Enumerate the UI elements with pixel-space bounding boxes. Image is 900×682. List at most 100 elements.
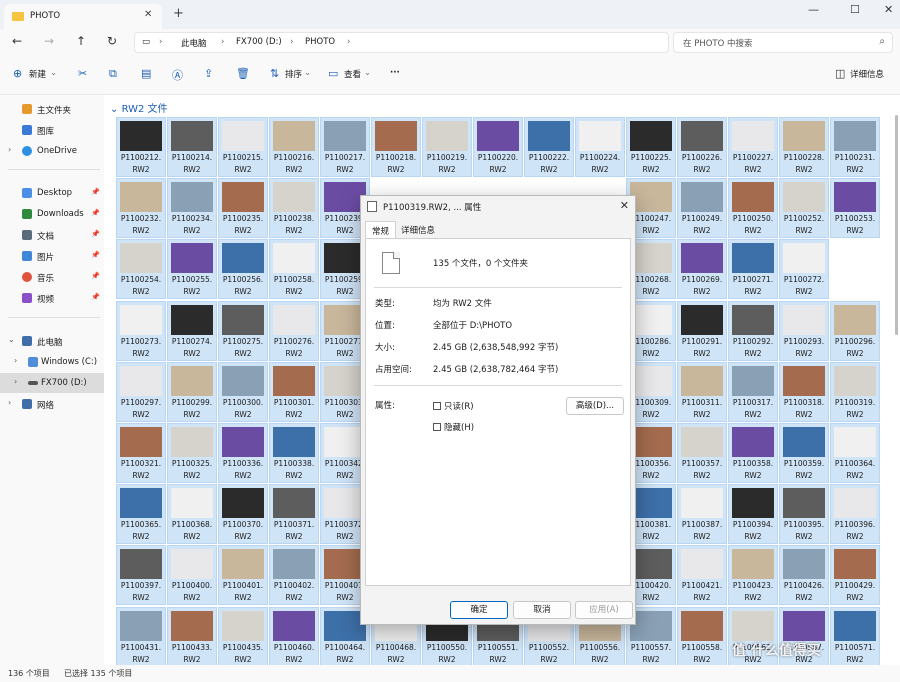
file-item[interactable]: P1100325. RW2	[167, 423, 217, 483]
sidebar-item-windows-c[interactable]: › Windows (C:)	[0, 352, 104, 372]
file-item[interactable]: P1100338. RW2	[269, 423, 319, 483]
share-icon[interactable]: ⇪	[204, 67, 213, 80]
sidebar-item-this-pc[interactable]: ⌄ 此电脑	[0, 331, 104, 351]
file-item[interactable]: P1100218. RW2	[371, 117, 421, 177]
view-button[interactable]: 查看	[344, 68, 361, 80]
file-item[interactable]: P1100297. RW2	[116, 361, 166, 422]
sidebar-item-fx700-d[interactable]: › FX700 (D:)	[0, 373, 104, 393]
file-item[interactable]: P1100296. RW2	[830, 300, 880, 361]
file-item[interactable]: P1100273. RW2	[116, 300, 166, 361]
file-item[interactable]: P1100271. RW2	[728, 239, 778, 300]
new-button[interactable]: 新建	[29, 68, 46, 80]
file-item[interactable]: P1100225. RW2	[626, 117, 676, 177]
sidebar-item-documents[interactable]: 文档 📌	[0, 225, 104, 245]
file-item[interactable]: P1100368. RW2	[167, 484, 217, 545]
file-item[interactable]: P1100336. RW2	[218, 423, 268, 483]
file-item[interactable]: P1100358. RW2	[728, 423, 778, 483]
file-item[interactable]: P1100401. RW2	[218, 545, 268, 606]
details-button[interactable]: 详细信息	[850, 68, 884, 80]
tab-photo[interactable]: PHOTO ✕	[4, 4, 162, 29]
file-item[interactable]: P1100222. RW2	[524, 117, 574, 177]
file-item[interactable]: P1100293. RW2	[779, 300, 829, 361]
breadcrumb-drive[interactable]: FX700 (D:)	[236, 37, 282, 47]
file-item[interactable]: P1100387. RW2	[677, 484, 727, 545]
file-item[interactable]: P1100235. RW2	[218, 178, 268, 239]
file-item[interactable]: P1100253. RW2	[830, 178, 880, 239]
back-arrow-icon[interactable]: ←	[12, 34, 22, 48]
scrollbar[interactable]	[895, 115, 898, 335]
group-header[interactable]: ⌄ RW2 文件	[110, 100, 168, 115]
paste-icon[interactable]: ▤	[141, 67, 151, 80]
chevron-right-icon[interactable]: ›	[14, 356, 17, 365]
chevron-right-icon[interactable]: ›	[8, 145, 11, 154]
file-item[interactable]: P1100396. RW2	[830, 484, 880, 545]
sidebar-item-home[interactable]: 主文件夹	[0, 99, 104, 119]
sidebar-item-videos[interactable]: 视频 📌	[0, 288, 104, 308]
cancel-button[interactable]: 取消	[513, 601, 571, 619]
search-input[interactable]: 在 PHOTO 中搜索 ⌕	[673, 32, 893, 53]
file-item[interactable]: P1100301. RW2	[269, 361, 319, 422]
file-item[interactable]: P1100395. RW2	[779, 484, 829, 545]
file-item[interactable]: P1100252. RW2	[779, 178, 829, 239]
file-item[interactable]: P1100219. RW2	[422, 117, 472, 177]
maximize-button[interactable]: ☐	[850, 3, 860, 16]
close-button[interactable]: ✕	[884, 3, 893, 16]
file-item[interactable]: P1100299. RW2	[167, 361, 217, 422]
file-item[interactable]: P1100226. RW2	[677, 117, 727, 177]
file-item[interactable]: P1100311. RW2	[677, 361, 727, 422]
file-item[interactable]: P1100228. RW2	[779, 117, 829, 177]
address-bar[interactable]: ▭ › 此电脑 › FX700 (D:) › PHOTO ›	[134, 32, 669, 53]
advanced-button[interactable]: 高级(D)...	[566, 397, 624, 415]
file-item[interactable]: P1100429. RW2	[830, 545, 880, 606]
apply-button[interactable]: 应用(A)	[575, 601, 633, 619]
file-item[interactable]: P1100256. RW2	[218, 239, 268, 300]
readonly-checkbox[interactable]: 只读(R)	[433, 400, 474, 412]
file-item[interactable]: P1100364. RW2	[830, 423, 880, 483]
breadcrumb-folder[interactable]: PHOTO	[305, 37, 335, 47]
file-item[interactable]: P1100217. RW2	[320, 117, 370, 177]
file-item[interactable]: P1100250. RW2	[728, 178, 778, 239]
up-arrow-icon[interactable]: ↑	[76, 34, 86, 48]
file-item[interactable]: P1100371. RW2	[269, 484, 319, 545]
file-item[interactable]: P1100321. RW2	[116, 423, 166, 483]
file-item[interactable]: P1100370. RW2	[218, 484, 268, 545]
file-item[interactable]: P1100300. RW2	[218, 361, 268, 422]
hidden-checkbox[interactable]: 隐藏(H)	[433, 421, 474, 433]
file-item[interactable]: P1100400. RW2	[167, 545, 217, 606]
file-item[interactable]: P1100234. RW2	[167, 178, 217, 239]
file-item[interactable]: P1100276. RW2	[269, 300, 319, 361]
tab-details[interactable]: 详细信息	[401, 224, 435, 236]
sidebar-item-downloads[interactable]: Downloads 📌	[0, 204, 104, 224]
delete-icon[interactable]: 🗑	[236, 67, 250, 80]
file-item[interactable]: P1100397. RW2	[116, 545, 166, 606]
file-item[interactable]: P1100402. RW2	[269, 545, 319, 606]
file-item[interactable]: P1100558. RW2	[677, 606, 727, 667]
file-item[interactable]: P1100435. RW2	[218, 606, 268, 667]
file-item[interactable]: P1100426. RW2	[779, 545, 829, 606]
cut-icon[interactable]: ✂	[78, 67, 87, 80]
file-item[interactable]: P1100394. RW2	[728, 484, 778, 545]
file-item[interactable]: P1100292. RW2	[728, 300, 778, 361]
file-item[interactable]: P1100232. RW2	[116, 178, 166, 239]
sidebar-item-network[interactable]: › 网络	[0, 394, 104, 414]
file-item[interactable]: P1100318. RW2	[779, 361, 829, 422]
file-item[interactable]: P1100319. RW2	[830, 361, 880, 422]
file-item[interactable]: P1100231. RW2	[830, 117, 880, 177]
breadcrumb-this-pc[interactable]: 此电脑	[181, 37, 207, 49]
more-button[interactable]: ···	[390, 68, 400, 78]
file-item[interactable]: P1100220. RW2	[473, 117, 523, 177]
file-item[interactable]: P1100216. RW2	[269, 117, 319, 177]
file-item[interactable]: P1100249. RW2	[677, 178, 727, 239]
sidebar-item-onedrive[interactable]: › OneDrive	[0, 141, 104, 161]
file-item[interactable]: P1100365. RW2	[116, 484, 166, 545]
chevron-right-icon[interactable]: ›	[8, 398, 11, 407]
file-item[interactable]: P1100431. RW2	[116, 606, 166, 667]
chevron-right-icon[interactable]: ›	[14, 377, 17, 386]
file-item[interactable]: P1100433. RW2	[167, 606, 217, 667]
file-item[interactable]: P1100227. RW2	[728, 117, 778, 177]
file-item[interactable]: P1100421. RW2	[677, 545, 727, 606]
file-item[interactable]: P1100571. RW2	[830, 606, 880, 667]
file-item[interactable]: P1100274. RW2	[167, 300, 217, 361]
minimize-button[interactable]: —	[808, 3, 819, 16]
copy-icon[interactable]: ⧉	[109, 67, 117, 81]
